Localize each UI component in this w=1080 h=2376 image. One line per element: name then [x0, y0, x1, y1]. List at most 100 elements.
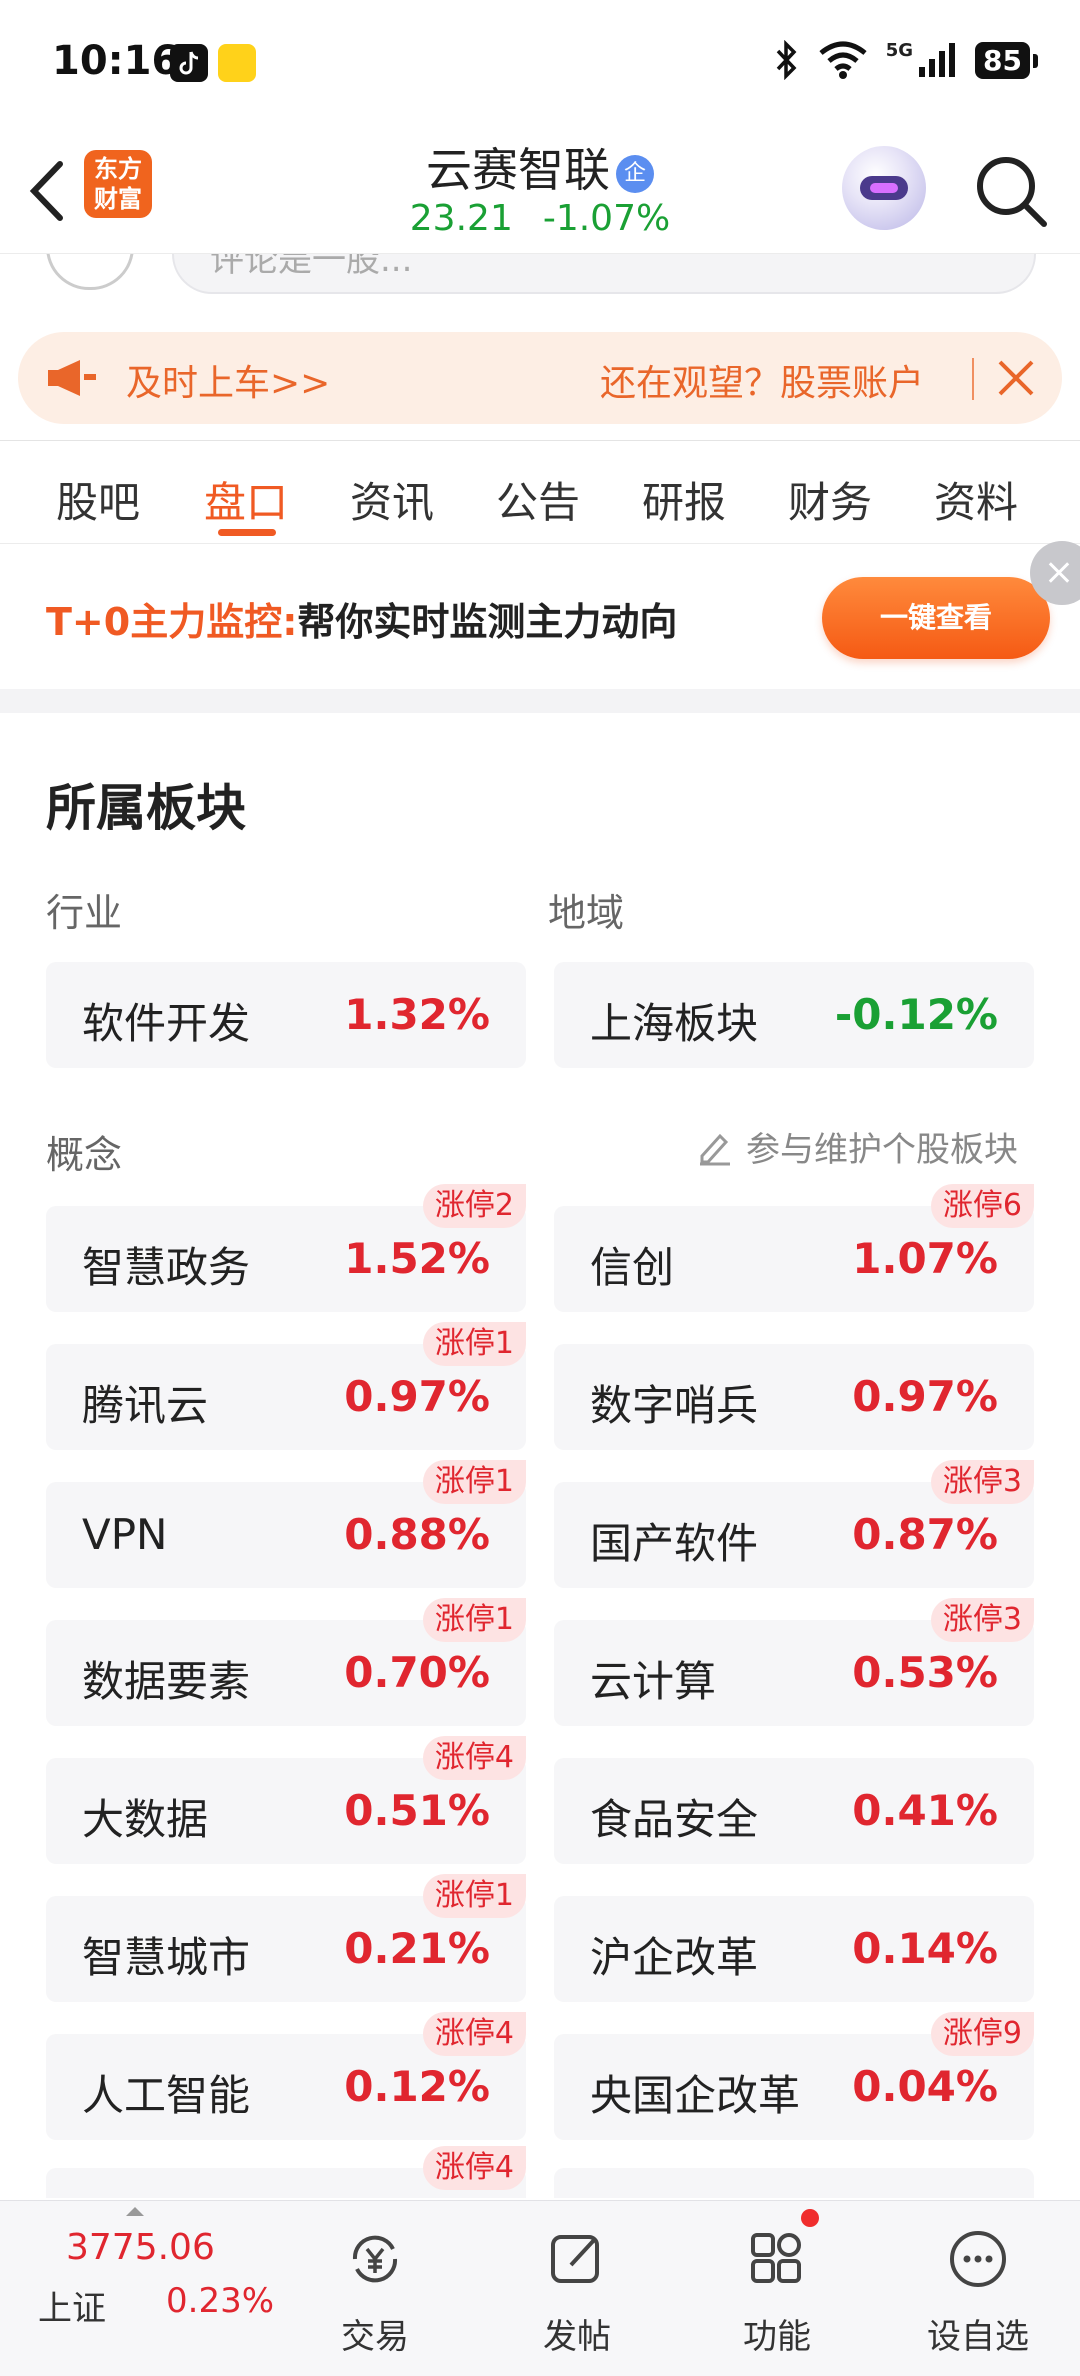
grid-apps-icon	[751, 2233, 801, 2283]
sector-name: 上海板块	[590, 999, 759, 1048]
status-bar: 10:16 5G 85	[0, 0, 1080, 128]
sector-change: 0.97%	[344, 1372, 490, 1421]
sector-name: 软件开发	[82, 999, 251, 1048]
nav-label: 发帖	[543, 2317, 611, 2357]
enterprise-badge: 企	[616, 155, 654, 193]
sector-change: 0.97%	[852, 1372, 998, 1421]
maintain-sectors-label: 参与维护个股板块	[746, 1130, 1018, 1170]
sector-name: 国产软件	[590, 1519, 759, 1568]
concept-card[interactable]: 智慧政务 1.52% 涨停2	[46, 1184, 526, 1312]
promo-description: 帮你实时监测主力动向	[297, 600, 678, 644]
app-notification-icon	[218, 44, 256, 82]
notice-text-left: 及时上车>>	[126, 363, 331, 404]
post-icon[interactable]	[46, 254, 134, 290]
stock-name: 云赛智联	[426, 143, 610, 197]
limit-up-tag: 涨停1	[422, 1322, 526, 1366]
concept-card-partial[interactable]: 涨停4	[46, 2146, 526, 2198]
limit-up-tag: 涨停4	[422, 1736, 526, 1780]
nav-label: 设自选	[927, 2317, 1029, 2357]
concept-card[interactable]: 数字哨兵 0.97%	[554, 1344, 1034, 1450]
concept-card[interactable]: 智慧城市 0.21% 涨停1	[46, 1874, 526, 2002]
limit-up-tag: 涨停4	[422, 2146, 526, 2190]
stock-price: 23.21	[409, 198, 513, 239]
bottom-nav: 3775.06 上证 0.23% 交易 发帖 功能 设自选	[0, 2200, 1080, 2376]
concept-card[interactable]: 央国企改革 0.04% 涨停9	[554, 2012, 1034, 2140]
ai-assistant-robot-icon[interactable]	[842, 146, 926, 230]
promo-view-button[interactable]: 一键查看	[822, 577, 1050, 659]
region-card[interactable]: 上海板块 -0.12%	[554, 962, 1034, 1068]
nav-post[interactable]: 发帖	[497, 2201, 657, 2376]
concept-card[interactable]: 沪企改革 0.14%	[554, 1896, 1034, 2002]
concept-card[interactable]: 数据要素 0.70% 涨停1	[46, 1598, 526, 1726]
wifi-icon	[819, 41, 867, 79]
limit-up-tag: 涨停6	[930, 1184, 1034, 1228]
nav-add-watchlist[interactable]: 设自选	[898, 2201, 1058, 2376]
concept-card[interactable]: 腾讯云 0.97% 涨停1	[46, 1322, 526, 1450]
notification-dot	[801, 2209, 819, 2227]
notice-close-button[interactable]	[990, 352, 1042, 404]
sector-change: 0.21%	[344, 1924, 490, 1973]
sector-name: 云计算	[590, 1657, 717, 1706]
sector-change: 0.87%	[852, 1510, 998, 1559]
sector-name: 信创	[590, 1243, 675, 1292]
concept-card[interactable]: 人工智能 0.12% 涨停4	[46, 2012, 526, 2140]
industry-card[interactable]: 软件开发 1.32%	[46, 962, 526, 1068]
sector-name: 智慧政务	[82, 1243, 251, 1292]
index-widget[interactable]: 3775.06 上证 0.23%	[0, 2201, 300, 2376]
sector-name: 数据要素	[82, 1657, 251, 1706]
stock-change: -1.07%	[542, 198, 671, 239]
sector-change: 0.88%	[344, 1510, 490, 1559]
concept-card[interactable]: 大数据 0.51% 涨停4	[46, 1736, 526, 1864]
tab-profile[interactable]: 资料	[934, 469, 1018, 530]
tab-finance[interactable]: 财务	[788, 469, 872, 530]
sector-change: 1.07%	[852, 1234, 998, 1283]
concept-card[interactable]: VPN 0.88% 涨停1	[46, 1460, 526, 1588]
concept-card-partial[interactable]	[554, 2168, 1034, 2198]
index-value: 3775.06	[66, 2227, 215, 2268]
expand-caret-icon	[126, 2207, 144, 2216]
sector-change: 0.53%	[852, 1648, 998, 1697]
sector-change: 1.52%	[344, 1234, 490, 1283]
promo-banner[interactable]: T+0主力监控:帮你实时监测主力动向 一键查看	[0, 541, 1080, 689]
limit-up-tag: 涨停4	[422, 2012, 526, 2056]
status-icons: 5G 85	[774, 40, 1038, 80]
comment-input-placeholder: 评论是一股...	[210, 254, 413, 280]
sectors-title: 所属板块	[46, 779, 246, 837]
network-label: 5G	[885, 40, 914, 61]
tab-pankou[interactable]: 盘口	[204, 469, 288, 530]
industry-label: 行业	[46, 891, 123, 935]
concept-card[interactable]: 云计算 0.53% 涨停3	[554, 1598, 1034, 1726]
region-label: 地域	[548, 891, 625, 935]
nav-label: 交易	[341, 2317, 409, 2357]
stock-header: 东方财富 云赛智联企 23.21 -1.07%	[0, 128, 1080, 254]
sector-change: 0.41%	[852, 1786, 998, 1835]
tab-announcements[interactable]: 公告	[496, 469, 580, 530]
sector-name: 数字哨兵	[590, 1381, 759, 1430]
limit-up-tag: 涨停1	[422, 1598, 526, 1642]
search-button[interactable]	[972, 152, 1052, 232]
promo-text: T+0主力监控:帮你实时监测主力动向	[46, 591, 677, 646]
sector-name: 人工智能	[82, 2071, 251, 2120]
nav-functions[interactable]: 功能	[697, 2201, 857, 2376]
sector-name: 食品安全	[590, 1795, 759, 1844]
concept-card[interactable]: 信创 1.07% 涨停6	[554, 1184, 1034, 1312]
nav-trade[interactable]: 交易	[295, 2201, 455, 2376]
close-icon	[998, 360, 1034, 396]
tab-news[interactable]: 资讯	[350, 469, 434, 530]
tab-research[interactable]: 研报	[642, 469, 726, 530]
megaphone-icon	[48, 360, 96, 396]
tab-guba[interactable]: 股吧	[56, 469, 140, 530]
sector-name: 大数据	[82, 1795, 209, 1844]
sector-name: 央国企改革	[590, 2071, 801, 2120]
concept-card[interactable]: 食品安全 0.41%	[554, 1758, 1034, 1864]
limit-up-tag: 涨停9	[930, 2012, 1034, 2056]
promo-highlight: T+0主力监控:	[46, 600, 298, 644]
sector-change: 0.14%	[852, 1924, 998, 1973]
index-name: 上证	[38, 2289, 106, 2329]
notice-banner[interactable]: 及时上车>> 还在观望？股票账户	[18, 332, 1062, 424]
limit-up-tag: 涨停3	[930, 1460, 1034, 1504]
signal-icon	[919, 43, 956, 77]
concept-card[interactable]: 国产软件 0.87% 涨停3	[554, 1460, 1034, 1588]
maintain-sectors-link[interactable]: 参与维护个股板块	[696, 1122, 1018, 1171]
limit-up-tag: 涨停2	[422, 1184, 526, 1228]
